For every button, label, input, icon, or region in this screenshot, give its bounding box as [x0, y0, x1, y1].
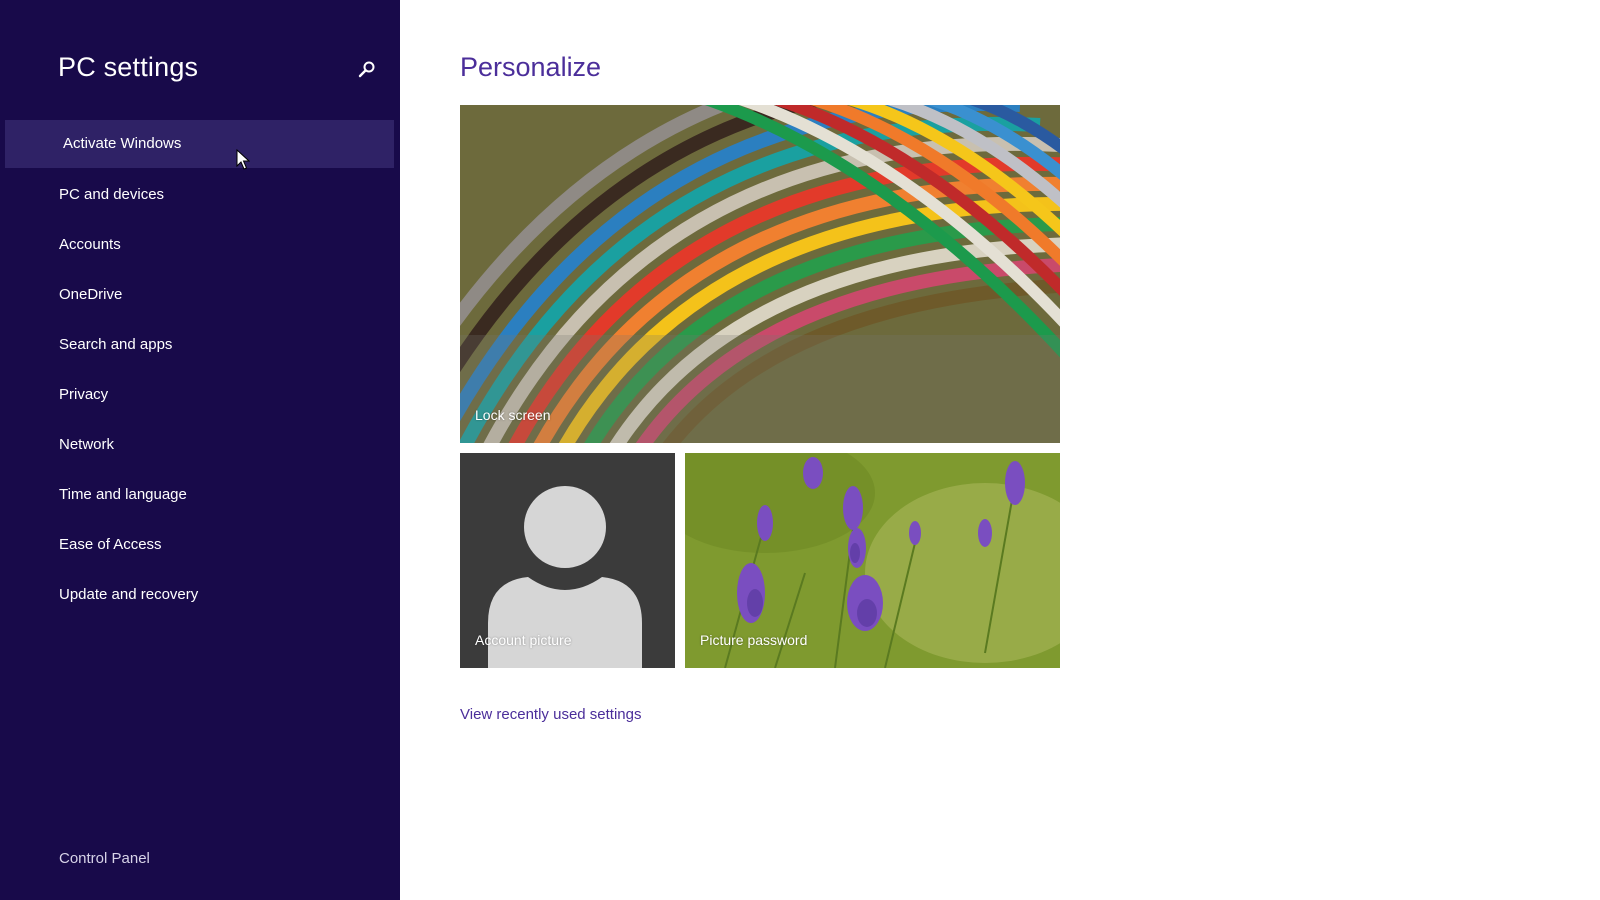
sidebar-item-label: PC and devices	[59, 186, 165, 203]
control-panel-link[interactable]: Control Panel	[59, 850, 150, 867]
sidebar-item-label: Network	[59, 436, 115, 453]
sidebar-item-label: Time and language	[59, 486, 187, 503]
sidebar-item-label: Accounts	[59, 236, 121, 253]
search-icon[interactable]	[356, 58, 380, 82]
sidebar-item-update-and-recovery[interactable]: Update and recovery	[0, 570, 400, 620]
sidebar-item-label: OneDrive	[59, 286, 123, 303]
sidebar-title: PC settings	[58, 52, 199, 82]
sidebar-item-activate-windows[interactable]: Activate Windows	[5, 120, 394, 168]
sidebar-item-pc-and-devices[interactable]: PC and devices	[0, 170, 400, 220]
sidebar-item-search-and-apps[interactable]: Search and apps	[0, 320, 400, 370]
sidebar-item-network[interactable]: Network	[0, 420, 400, 470]
picture-password-label: Picture password	[700, 632, 808, 648]
sidebar-nav: Activate Windows PC and devices Accounts…	[0, 120, 400, 620]
lock-screen-label: Lock screen	[475, 407, 551, 423]
sidebar-item-privacy[interactable]: Privacy	[0, 370, 400, 420]
sidebar-item-label: Activate Windows	[63, 135, 182, 152]
picture-password-tile[interactable]: Picture password	[685, 453, 1060, 668]
view-recent-settings-link[interactable]: View recently used settings	[460, 706, 642, 723]
account-picture-tile[interactable]: Account picture	[460, 453, 675, 668]
sidebar: PC settings Activate Windows PC and devi…	[0, 0, 400, 900]
sidebar-item-label: Search and apps	[59, 336, 173, 353]
sidebar-item-label: Update and recovery	[59, 586, 199, 603]
lock-screen-image	[460, 105, 1060, 443]
sidebar-item-accounts[interactable]: Accounts	[0, 220, 400, 270]
page-title: Personalize	[460, 52, 602, 82]
lock-screen-tile[interactable]: Lock screen	[460, 105, 1060, 443]
sidebar-item-ease-of-access[interactable]: Ease of Access	[0, 520, 400, 570]
sidebar-item-label: Privacy	[59, 386, 109, 403]
main-content: Personalize Lock screen Account picture …	[400, 0, 1600, 900]
sidebar-item-onedrive[interactable]: OneDrive	[0, 270, 400, 320]
sidebar-item-time-and-language[interactable]: Time and language	[0, 470, 400, 520]
sidebar-item-label: Ease of Access	[59, 536, 162, 553]
pc-settings-window: PC settings Activate Windows PC and devi…	[0, 0, 1600, 900]
mouse-pointer-icon	[236, 148, 251, 171]
account-picture-label: Account picture	[475, 632, 572, 648]
